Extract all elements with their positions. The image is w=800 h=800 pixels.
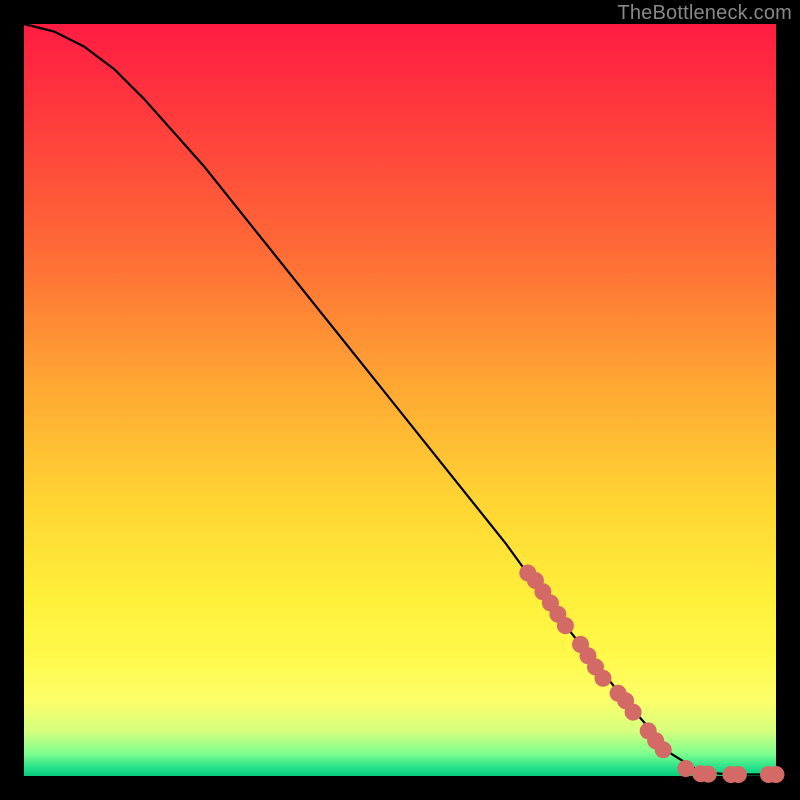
curve-marker [595,670,611,686]
curve-marker [730,767,746,783]
curve-marker [625,704,641,720]
curve-markers [520,565,784,783]
bottleneck-curve [24,24,776,775]
curve-marker [700,766,716,782]
attribution-label: TheBottleneck.com [617,2,792,25]
curve-marker [768,767,784,783]
chart-overlay [24,24,776,776]
curve-marker [678,761,694,777]
curve-marker [655,742,671,758]
curve-marker [557,618,573,634]
chart-frame: TheBottleneck.com [0,0,800,800]
